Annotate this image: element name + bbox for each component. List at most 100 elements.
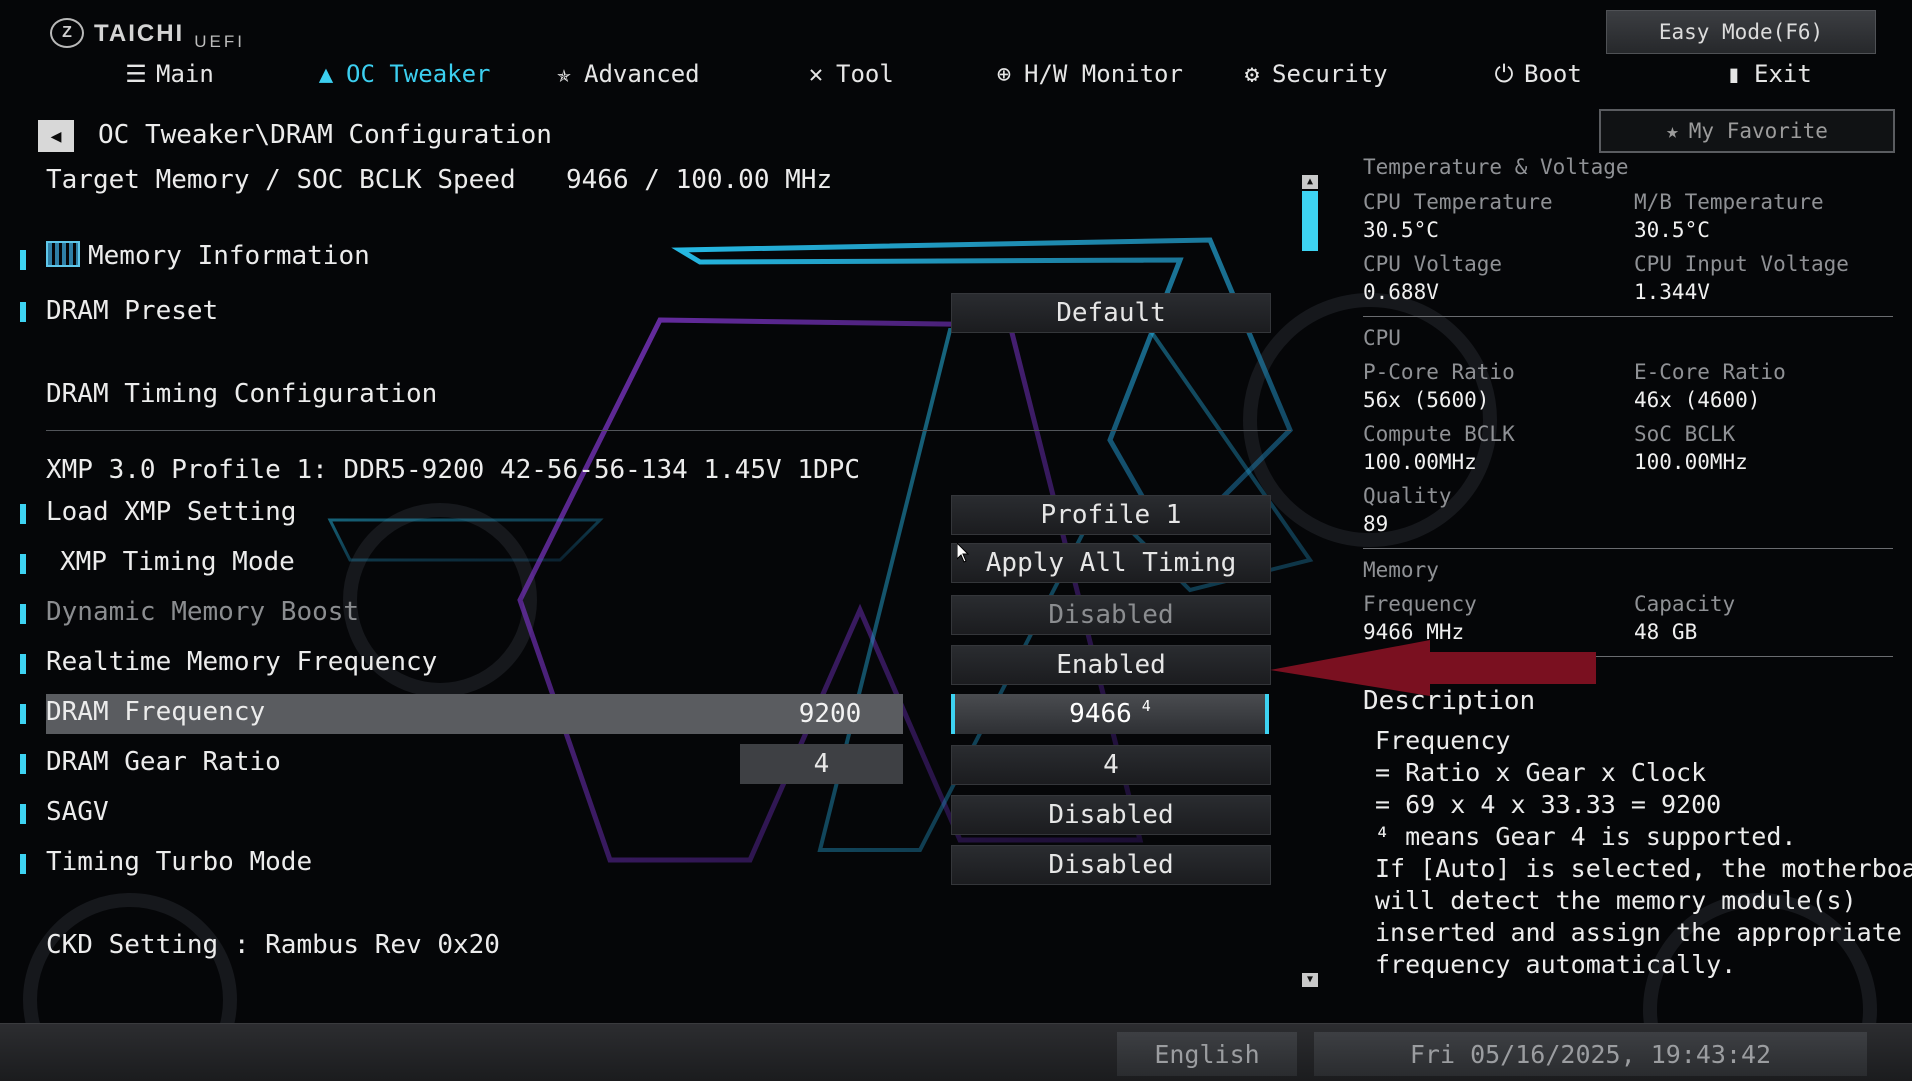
mouse-cursor-icon: [957, 543, 970, 563]
cpu-temp-label: CPU Temperature: [1363, 190, 1553, 214]
dynamic-memory-boost-button[interactable]: Disabled: [951, 595, 1271, 635]
tab-boot[interactable]: ⏻ Boot: [1490, 60, 1582, 88]
realtime-memory-frequency-button[interactable]: Enabled: [951, 645, 1271, 685]
dram-frequency-label: DRAM Frequency: [46, 697, 266, 727]
taichi-logo-icon: Z: [50, 18, 84, 48]
memory-frequency-label: Frequency: [1363, 592, 1477, 616]
gear-superscript: 4: [1141, 697, 1151, 715]
rocket-icon: ▲: [318, 60, 334, 88]
scroll-thumb[interactable]: [1302, 191, 1318, 251]
breadcrumb: OC Tweaker\DRAM Configuration: [98, 120, 552, 150]
pcore-ratio-label: P-Core Ratio: [1363, 360, 1515, 384]
sagv-label: SAGV: [46, 797, 109, 827]
tab-exit-label: Exit: [1754, 60, 1812, 88]
tab-main[interactable]: ☰ Main: [122, 60, 214, 88]
description-line: = Ratio x Gear x Clock: [1375, 758, 1707, 787]
timing-turbo-mode-button[interactable]: Disabled: [951, 845, 1271, 885]
my-favorite-button[interactable]: ★ My Favorite: [1599, 109, 1895, 153]
cpu-voltage-value: 0.688V: [1363, 280, 1439, 304]
description-line: will detect the memory module(s): [1375, 886, 1857, 915]
monitor-divider: [1363, 316, 1893, 317]
tab-exit[interactable]: ▮ Exit: [1720, 60, 1812, 88]
easy-mode-button[interactable]: Easy Mode(F6): [1606, 10, 1876, 54]
tab-oc-tweaker-label: OC Tweaker: [346, 60, 491, 88]
scroll-up-icon[interactable]: ▲: [1302, 175, 1318, 189]
dram-gear-ratio-button[interactable]: 4: [951, 745, 1271, 785]
mb-temp-label: M/B Temperature: [1634, 190, 1824, 214]
compute-bclk-label: Compute BCLK: [1363, 422, 1515, 446]
tab-hw-monitor-label: H/W Monitor: [1024, 60, 1183, 88]
my-favorite-label: My Favorite: [1688, 119, 1828, 143]
xmp-profile-info: XMP 3.0 Profile 1: DDR5-9200 42-56-56-13…: [46, 455, 860, 485]
dram-preset-button[interactable]: Default: [951, 293, 1271, 333]
memory-information-item[interactable]: Memory Information: [46, 241, 370, 271]
target-speed-value: 9466 / 100.00 MHz: [566, 165, 833, 195]
back-button[interactable]: ◀: [38, 120, 74, 152]
tab-tool-label: Tool: [836, 60, 894, 88]
row-marker: [20, 554, 26, 574]
dram-frequency-current: 9200: [798, 699, 862, 729]
row-marker: [20, 754, 26, 774]
ecore-ratio-label: E-Core Ratio: [1634, 360, 1786, 384]
scrollbar[interactable]: ▲ ▼: [1302, 175, 1318, 987]
load-xmp-button[interactable]: Profile 1: [951, 495, 1271, 535]
shield-icon: ⚙: [1244, 60, 1260, 88]
tab-oc-tweaker[interactable]: ▲ OC Tweaker: [312, 60, 491, 88]
row-marker: [20, 704, 26, 724]
description-line: If [Auto] is selected, the motherboard: [1375, 854, 1912, 883]
row-marker: [20, 804, 26, 824]
dynamic-memory-boost-label: Dynamic Memory Boost: [46, 597, 360, 627]
language-button[interactable]: English: [1117, 1032, 1297, 1076]
quality-value: 89: [1363, 512, 1389, 536]
dram-preset-label: DRAM Preset: [46, 296, 219, 326]
tab-advanced-label: Advanced: [584, 60, 700, 88]
tab-hw-monitor[interactable]: ⊕ H/W Monitor: [990, 60, 1183, 88]
dram-frequency-button[interactable]: 9466 4: [951, 694, 1269, 734]
tab-security[interactable]: ⚙ Security: [1238, 60, 1388, 88]
xmp-timing-mode-label: XMP Timing Mode: [60, 547, 295, 577]
memory-module-icon: [46, 241, 80, 267]
realtime-memory-frequency-label: Realtime Memory Frequency: [46, 647, 438, 677]
xmp-timing-mode-button[interactable]: Apply All Timing: [951, 543, 1271, 583]
mb-temp-value: 30.5°C: [1634, 218, 1710, 242]
section-divider: [46, 430, 1291, 431]
cpu-input-voltage-label: CPU Input Voltage: [1634, 252, 1849, 276]
soc-bclk-value: 100.00MHz: [1634, 450, 1748, 474]
description-line: frequency automatically.: [1375, 950, 1737, 979]
soc-bclk-label: SoC BCLK: [1634, 422, 1736, 446]
cpu-input-voltage-value: 1.344V: [1634, 280, 1710, 304]
sagv-button[interactable]: Disabled: [951, 795, 1271, 835]
ecore-ratio-value: 46x (4600): [1634, 388, 1761, 412]
monitor-divider: [1363, 548, 1893, 549]
row-marker: [20, 250, 26, 270]
temp-voltage-heading: Temperature & Voltage: [1363, 155, 1629, 179]
star-icon: ✯: [556, 60, 572, 88]
scroll-down-icon[interactable]: ▼: [1302, 973, 1318, 987]
dram-gear-ratio-label: DRAM Gear Ratio: [46, 747, 281, 777]
exit-icon: ▮: [1726, 60, 1742, 88]
main-nav: ☰ Main ▲ OC Tweaker ✯ Advanced ✕ Tool ⊕ …: [0, 60, 1812, 100]
list-icon: ☰: [125, 60, 147, 88]
compute-bclk-value: 100.00MHz: [1363, 450, 1477, 474]
tab-boot-label: Boot: [1524, 60, 1582, 88]
tab-advanced[interactable]: ✯ Advanced: [550, 60, 700, 88]
memory-capacity-value: 48 GB: [1634, 620, 1698, 644]
cpu-voltage-label: CPU Voltage: [1363, 252, 1503, 276]
dram-frequency-value: 9466: [1069, 699, 1132, 729]
description-line: inserted and assign the appropriate: [1375, 918, 1902, 947]
description-line: ⁴ means Gear 4 is supported.: [1375, 822, 1797, 851]
tools-icon: ✕: [808, 60, 824, 88]
pcore-ratio-value: 56x (5600): [1363, 388, 1490, 412]
row-marker: [20, 854, 26, 874]
row-marker: [20, 604, 26, 624]
back-arrow-icon: ◀: [50, 125, 62, 147]
quality-label: Quality: [1363, 484, 1452, 508]
description-body: Frequency = Ratio x Gear x Clock = 69 x …: [1375, 725, 1912, 981]
dram-gear-ratio-current: 4: [740, 744, 903, 784]
timing-turbo-mode-label: Timing Turbo Mode: [46, 847, 313, 877]
load-xmp-label: Load XMP Setting: [46, 497, 297, 527]
tab-tool[interactable]: ✕ Tool: [802, 60, 894, 88]
brand-name: TAICHI: [94, 20, 185, 47]
power-icon: ⏻: [1494, 60, 1514, 88]
red-arrow-annotation: [1270, 640, 1596, 696]
